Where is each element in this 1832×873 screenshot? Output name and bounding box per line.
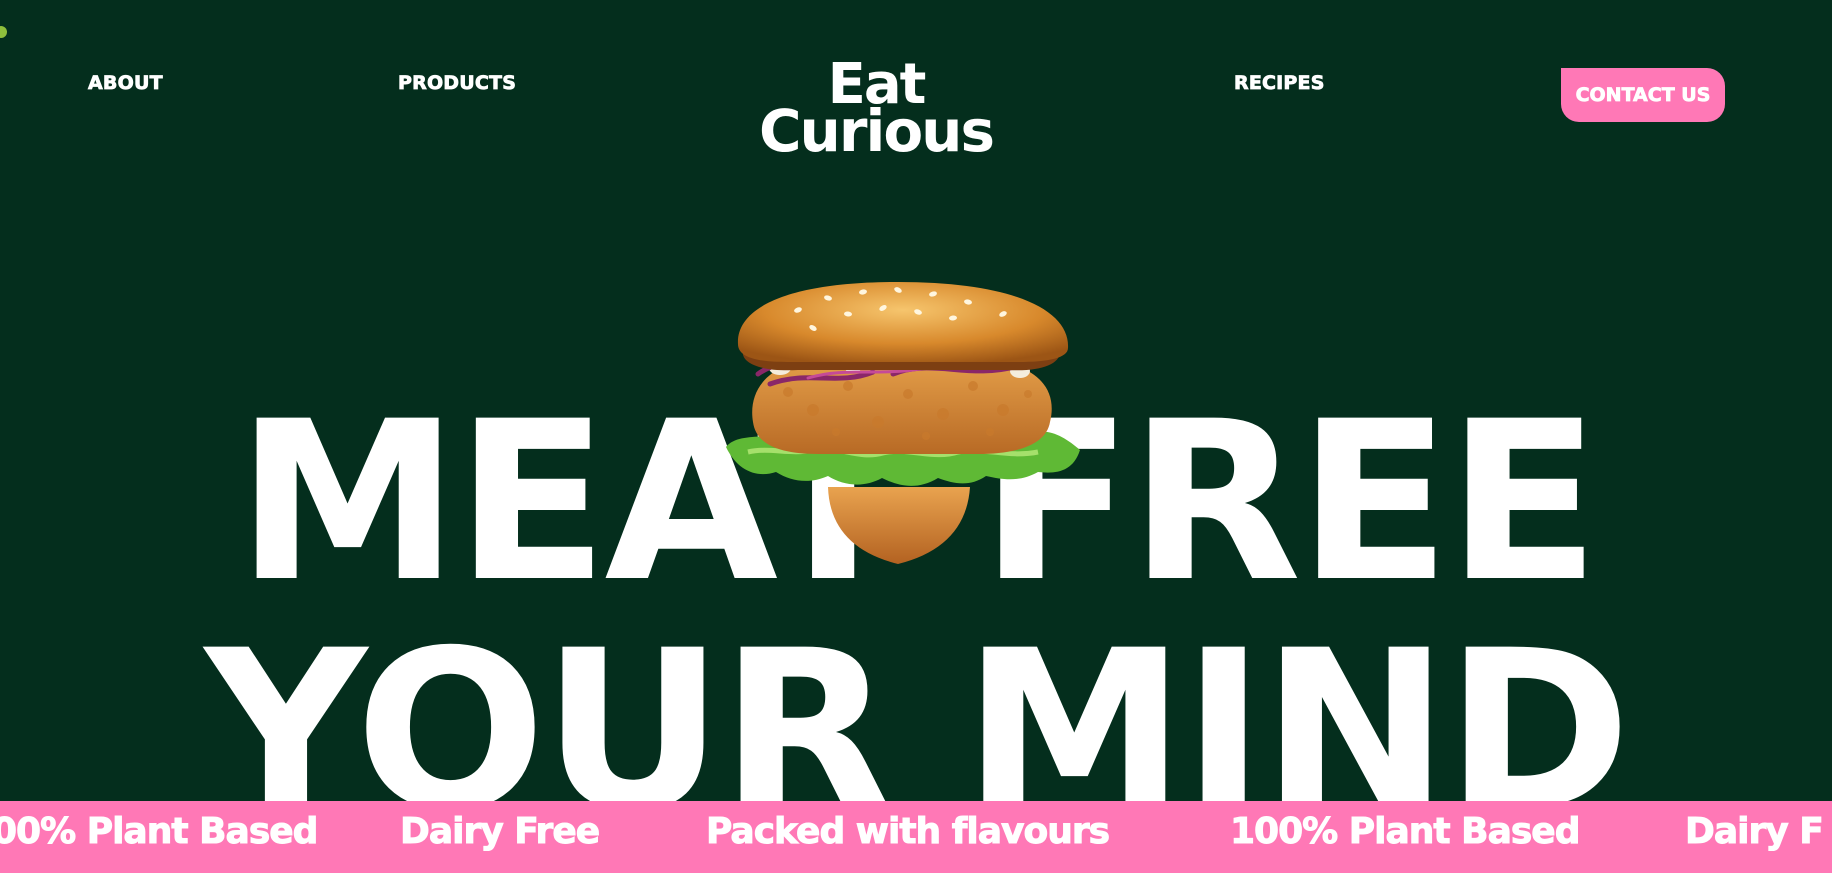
nav-recipes-link[interactable]: RECIPES bbox=[1234, 72, 1325, 95]
ticker-item: 100% Plant Based bbox=[1229, 811, 1580, 853]
logo-line-curious: Curious bbox=[758, 96, 995, 165]
logo[interactable]: Eat Curious bbox=[748, 57, 1004, 165]
features-ticker: 00% Plant Based Dairy Free Packed with f… bbox=[0, 801, 1832, 873]
nav-about-link[interactable]: ABOUT bbox=[88, 72, 163, 95]
indicator-dot bbox=[0, 26, 7, 38]
contact-us-button[interactable]: CONTACT US bbox=[1561, 68, 1725, 122]
ticker-item: Dairy Free bbox=[399, 811, 600, 853]
ticker-item: Dairy F bbox=[1685, 811, 1825, 853]
burger-image bbox=[726, 282, 1080, 564]
page: ABOUT PRODUCTS Eat Curious RECIPES CONTA… bbox=[0, 0, 1832, 873]
ticker-item: Packed with flavours bbox=[705, 811, 1110, 853]
ticker-item: 00% Plant Based bbox=[0, 811, 319, 853]
nav-products-link[interactable]: PRODUCTS bbox=[398, 72, 517, 95]
